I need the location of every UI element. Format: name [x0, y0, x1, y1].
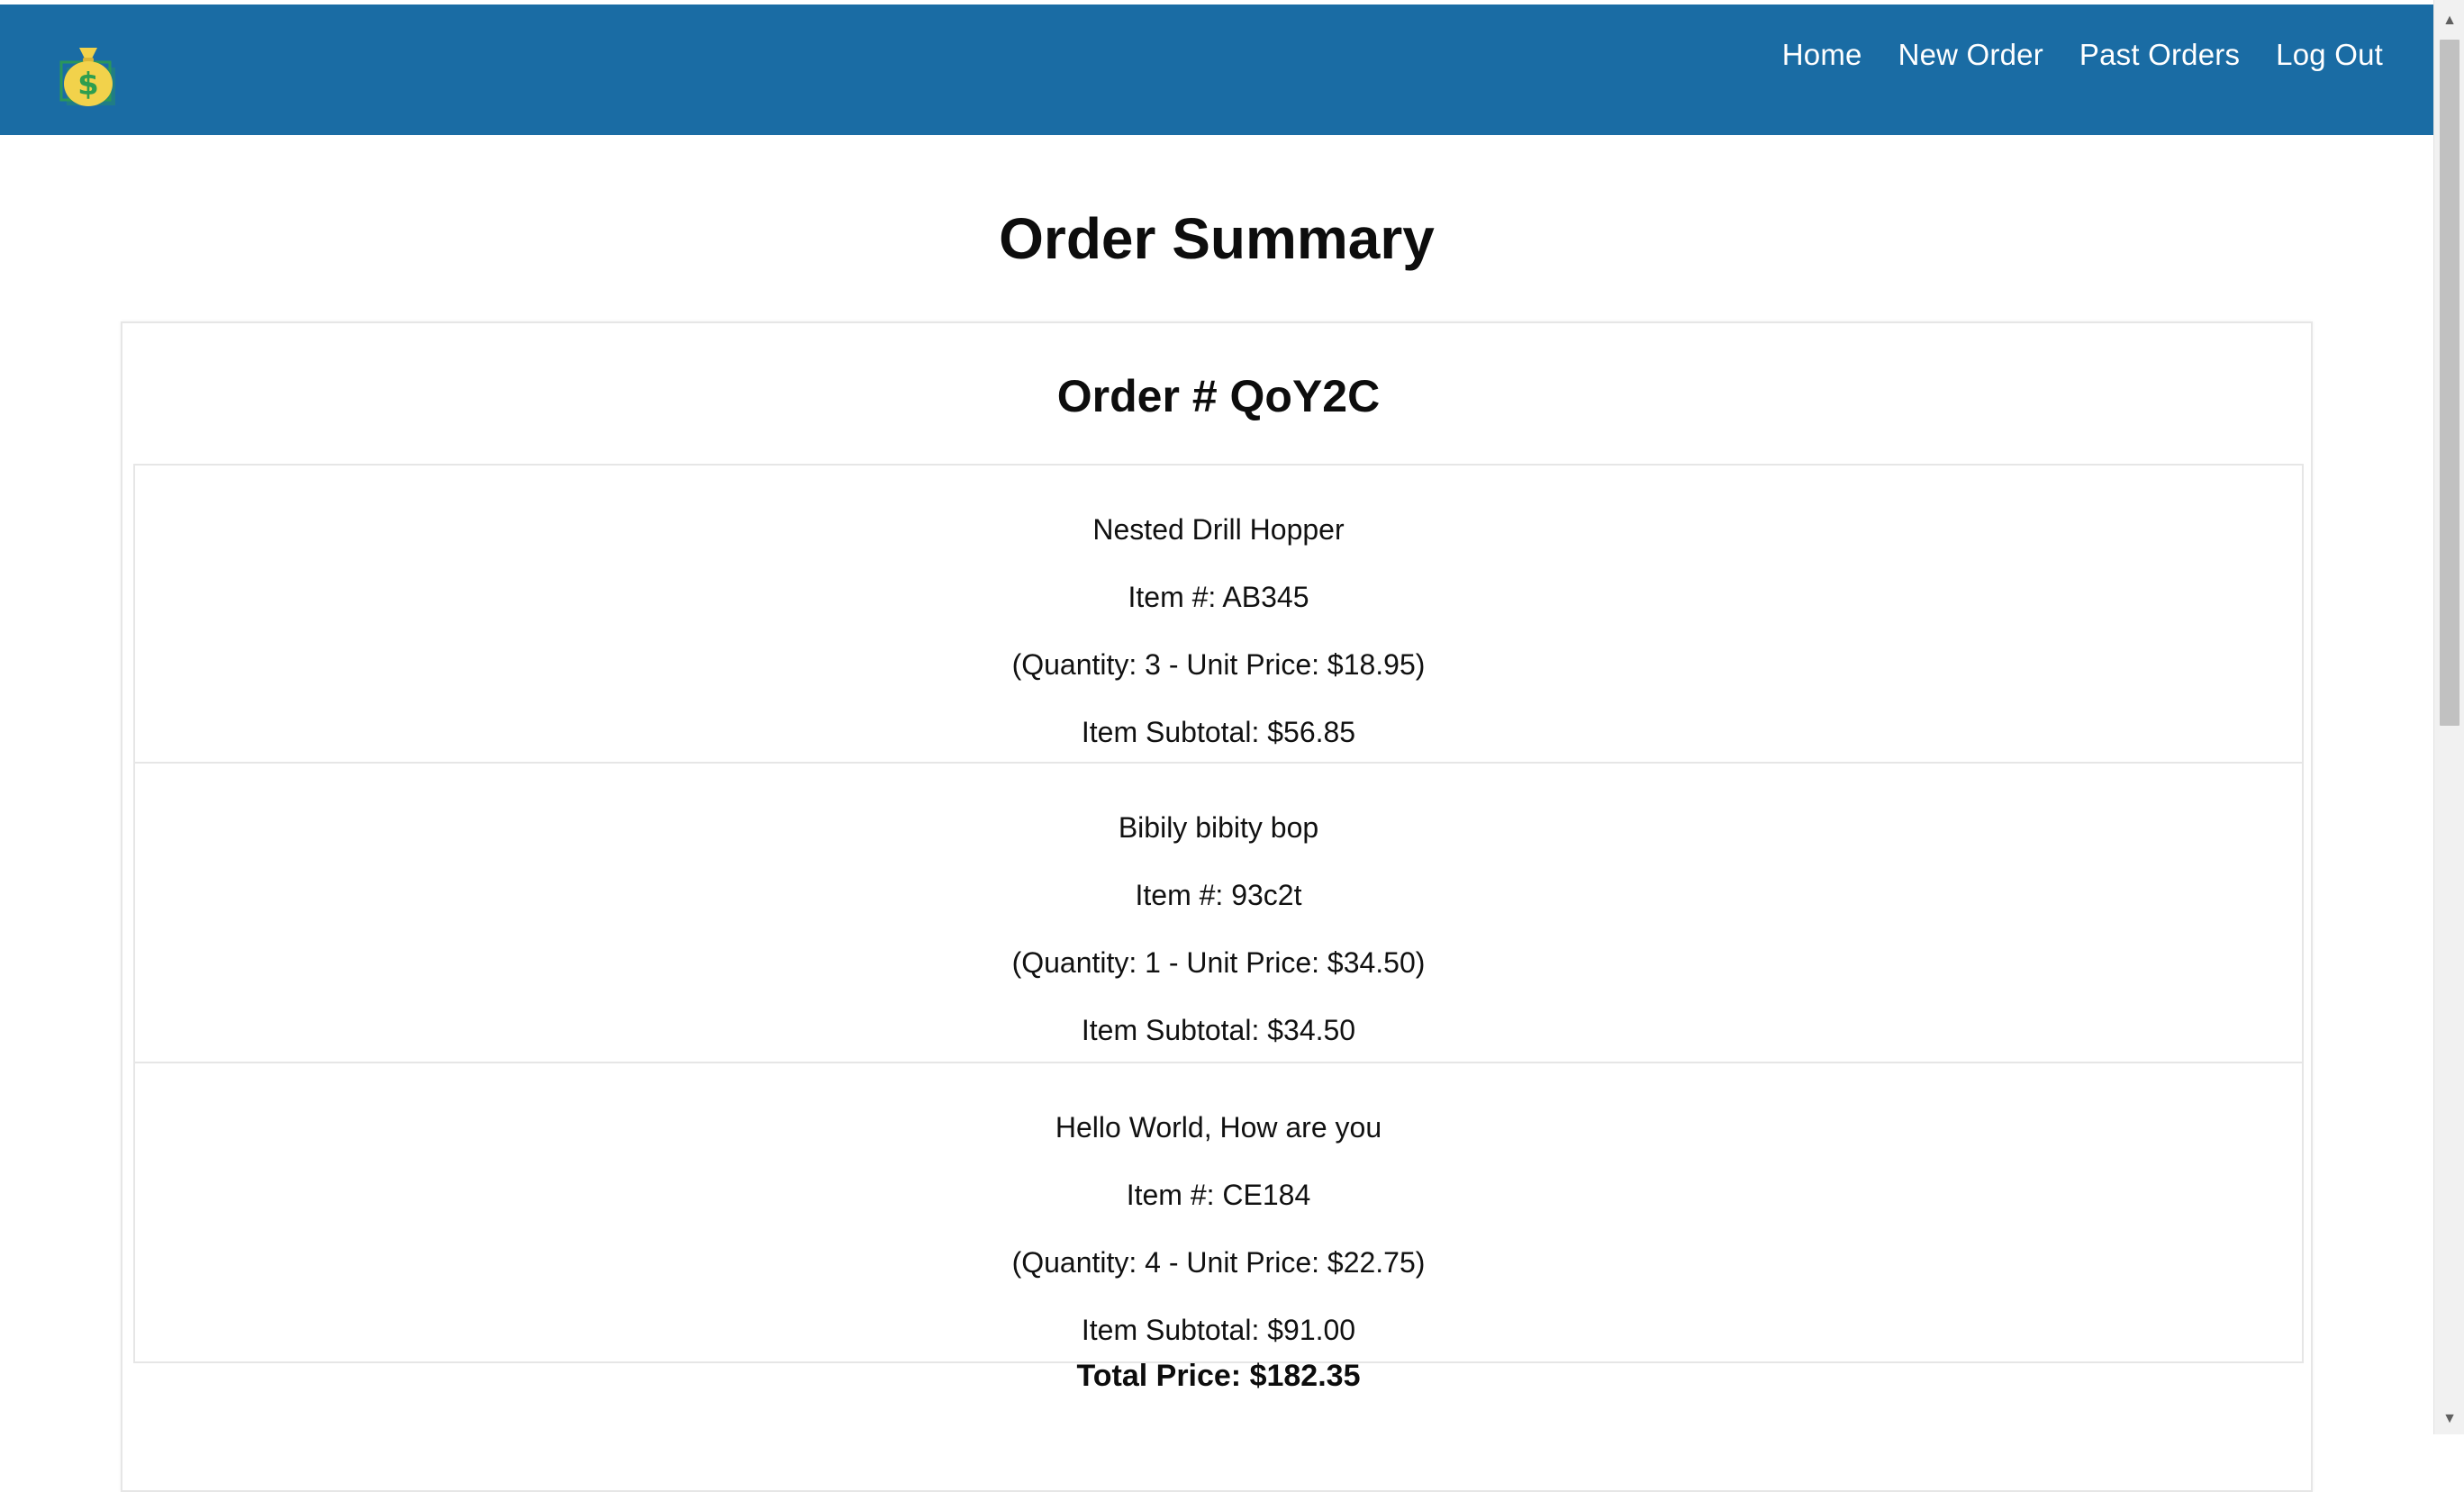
order-items-list: Nested Drill Hopper Item #: AB345 (Quant…	[133, 464, 2304, 1363]
order-item: Nested Drill Hopper Item #: AB345 (Quant…	[133, 464, 2304, 764]
item-name: Hello World, How are you	[1055, 1111, 1382, 1144]
item-number: Item #: 93c2t	[1135, 879, 1302, 911]
svg-text:$: $	[77, 67, 99, 103]
nav-link-home[interactable]: Home	[1782, 38, 1862, 72]
item-quantity-price: (Quantity: 3 - Unit Price: $18.95)	[1011, 648, 1426, 681]
item-subtotal: Item Subtotal: $56.85	[1081, 716, 1356, 748]
nav-menu: Home New Order Past Orders Log Out	[1782, 5, 2383, 105]
scroll-down-icon[interactable]: ▼	[2434, 1406, 2464, 1433]
item-name: Bibily bibity bop	[1118, 811, 1319, 844]
order-number: Order # QoY2C	[1056, 371, 1381, 421]
order-card: Order # QoY2C Nested Drill Hopper Item #…	[121, 321, 2313, 1492]
order-item: Hello World, How are you Item #: CE184 (…	[133, 1063, 2304, 1363]
item-subtotal: Item Subtotal: $34.50	[1081, 1014, 1356, 1046]
nav-link-past-orders[interactable]: Past Orders	[2079, 38, 2240, 72]
money-bag-icon[interactable]: $	[52, 37, 124, 109]
vertical-scrollbar[interactable]: ▲ ▼	[2433, 0, 2464, 1434]
nav-link-new-order[interactable]: New Order	[1898, 38, 2043, 72]
item-number: Item #: CE184	[1126, 1179, 1311, 1211]
item-quantity-price: (Quantity: 1 - Unit Price: $34.50)	[1011, 946, 1426, 979]
item-subtotal: Item Subtotal: $91.00	[1081, 1314, 1356, 1346]
nav-link-log-out[interactable]: Log Out	[2276, 38, 2383, 72]
page-title: Order Summary	[999, 206, 1435, 271]
item-quantity-price: (Quantity: 4 - Unit Price: $22.75)	[1011, 1246, 1426, 1279]
scrollbar-thumb[interactable]	[2440, 40, 2459, 726]
navbar: $ Home New Order Past Orders Log Out	[0, 5, 2433, 135]
order-item: Bibily bibity bop Item #: 93c2t (Quantit…	[133, 764, 2304, 1063]
order-total: Total Price: $182.35	[1076, 1359, 1361, 1393]
item-name: Nested Drill Hopper	[1092, 513, 1345, 546]
item-number: Item #: AB345	[1128, 581, 1309, 613]
scroll-up-icon[interactable]: ▲	[2434, 7, 2464, 34]
